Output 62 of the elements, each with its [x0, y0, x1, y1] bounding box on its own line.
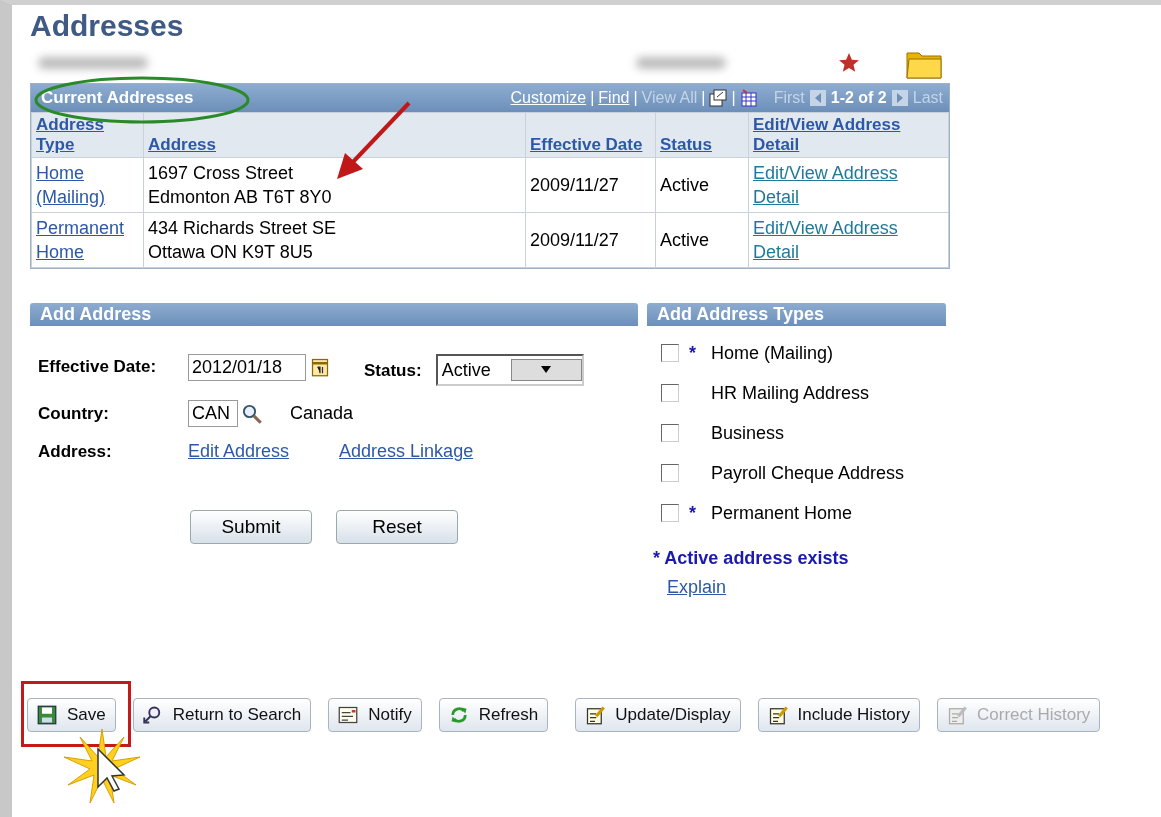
- note-text: * Active address exists: [653, 548, 850, 569]
- row-range: 1-2 of 2: [830, 89, 887, 107]
- date-field[interactable]: 2012/01/18: [188, 353, 306, 381]
- edit-page-icon: [947, 705, 967, 725]
- toolbar-button[interactable]: Update/Display: [575, 698, 741, 732]
- edit-page-icon: [585, 705, 606, 725]
- checkbox[interactable]: [661, 344, 679, 362]
- search-icon[interactable]: [242, 403, 262, 424]
- toolbar-button[interactable]: Notify: [328, 698, 422, 732]
- grid-title: Current Addresses: [41, 88, 195, 108]
- checkbox[interactable]: [661, 504, 679, 522]
- checkbox[interactable]: [661, 464, 679, 482]
- checkbox-label: Business: [711, 422, 785, 444]
- edit-page-icon: [767, 705, 788, 725]
- column-header[interactable]: Address: [148, 135, 217, 155]
- calendar-icon[interactable]: [310, 357, 330, 377]
- checkbox-label: Permanent Home: [711, 502, 853, 524]
- new-window-icon[interactable]: [709, 89, 728, 107]
- field-label: Effective Date:: [38, 357, 158, 377]
- explain-link[interactable]: Explain: [667, 577, 727, 598]
- date-cell-text: 2009/11/27: [530, 229, 619, 252]
- note-icon: [338, 705, 359, 725]
- spreadsheet-icon[interactable]: [739, 89, 758, 107]
- checkbox-label: HR Mailing Address: [711, 382, 870, 404]
- field-label: Status:: [364, 361, 422, 381]
- field-label: Country:: [38, 403, 110, 424]
- separator: |: [701, 89, 706, 107]
- edit-address-link[interactable]: Edit Address: [188, 441, 290, 462]
- toolbar-button[interactable]: Include History: [757, 698, 920, 732]
- section-header: Add Address Types: [647, 303, 946, 326]
- separator: |: [731, 89, 736, 107]
- status-dropdown[interactable]: Active: [435, 354, 584, 386]
- address-line: 1697 Cross Street: [148, 162, 295, 185]
- submit-button[interactable]: Submit: [190, 510, 312, 544]
- magnifier-arrow-icon: [142, 705, 163, 725]
- refresh-icon: [448, 705, 469, 725]
- address-line: 434 Richards Street SE: [148, 217, 338, 240]
- toolbar-button[interactable]: Return to Search: [132, 698, 312, 732]
- address-line: Edmonton AB T6T 8Y0: [148, 186, 333, 209]
- address-linkage-link[interactable]: Address Linkage: [339, 441, 474, 462]
- country-name: Canada: [290, 403, 354, 424]
- required-mark: *: [689, 342, 697, 364]
- separator: |: [590, 89, 595, 107]
- star-icon[interactable]: [838, 52, 860, 74]
- toolbar-button[interactable]: Save: [27, 698, 116, 732]
- checkbox-label: Payroll Cheque Address: [711, 462, 905, 484]
- country-field[interactable]: CAN: [188, 400, 238, 427]
- date-cell-text: 2009/11/27: [530, 174, 619, 197]
- separator: |: [633, 89, 638, 107]
- checkbox[interactable]: [661, 384, 679, 402]
- address-line: Ottawa ON K9T 8U5: [148, 241, 314, 264]
- toolbar-button[interactable]: Refresh: [438, 698, 549, 732]
- required-mark: *: [689, 502, 697, 524]
- section-header: Add Address: [30, 303, 638, 326]
- field-label: Address:: [38, 441, 113, 462]
- checkbox-label: Home (Mailing): [711, 342, 834, 364]
- status-cell-text: Active: [660, 229, 710, 252]
- status-cell-text: Active: [660, 174, 710, 197]
- checkbox[interactable]: [661, 424, 679, 442]
- page-title: Addresses: [30, 9, 185, 43]
- caret-icon: [541, 366, 552, 374]
- reset-button[interactable]: Reset: [336, 510, 458, 544]
